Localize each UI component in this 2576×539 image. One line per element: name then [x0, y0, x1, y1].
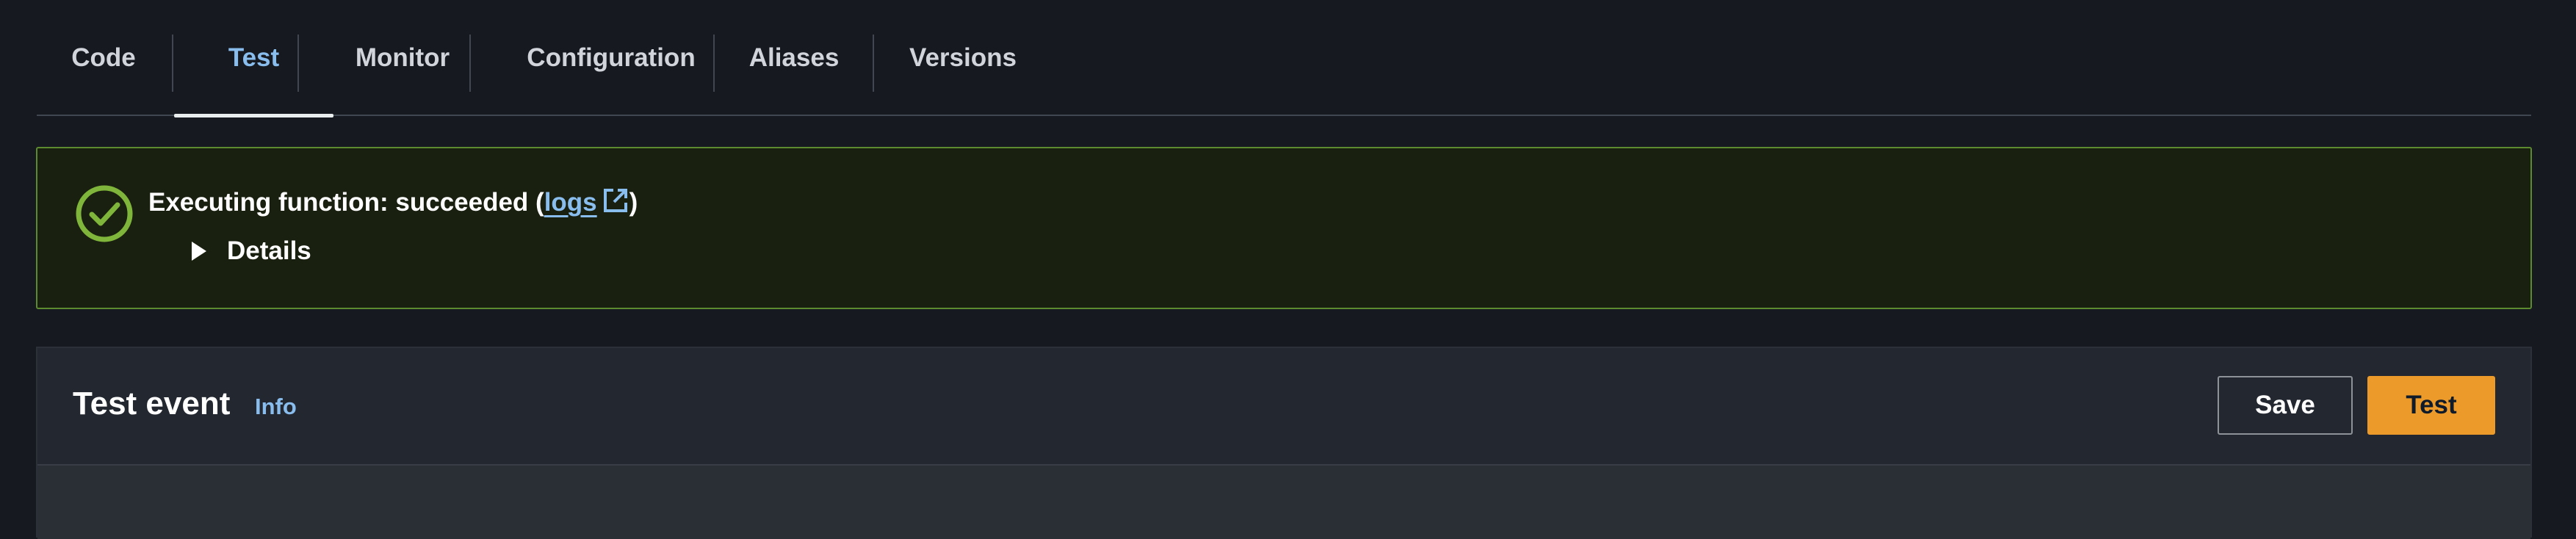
tab-separator: [297, 35, 299, 92]
tab-separator: [713, 35, 715, 92]
caret-right-icon: [192, 242, 206, 261]
panel-title: Test event: [73, 386, 231, 422]
info-link[interactable]: Info: [255, 394, 297, 420]
success-alert: Executing function: succeeded (logs) Det…: [36, 147, 2532, 309]
tab-configuration[interactable]: Configuration: [472, 0, 751, 116]
save-button-label: Save: [2255, 391, 2315, 419]
tab-separator: [172, 35, 173, 92]
test-button-label: Test: [2406, 391, 2457, 419]
logs-link[interactable]: logs: [544, 188, 629, 217]
tab-bar: Code Test Monitor Configuration Aliases …: [37, 0, 2531, 117]
details-label: Details: [227, 236, 311, 265]
test-event-panel: Test event Info Save Test: [36, 347, 2532, 539]
tab-versions[interactable]: Versions: [875, 0, 1051, 116]
tab-label-code: Code: [71, 43, 136, 72]
panel-header: Test event Info Save Test: [37, 348, 2530, 466]
tab-separator: [469, 35, 471, 92]
tab-label-monitor: Monitor: [355, 43, 450, 72]
check-circle-icon: [76, 185, 133, 242]
tab-separator: [873, 35, 874, 92]
tab-label-versions: Versions: [909, 43, 1017, 72]
tab-aliases[interactable]: Aliases: [715, 0, 873, 116]
panel-body: [37, 466, 2530, 539]
alert-title-prefix: Executing function: succeeded (: [148, 188, 544, 217]
tab-label-test: Test: [228, 43, 280, 72]
alert-title: Executing function: succeeded (logs): [148, 187, 638, 219]
external-link-icon: [603, 189, 627, 212]
tab-code[interactable]: Code: [37, 0, 170, 116]
tab-label-configuration: Configuration: [527, 43, 696, 72]
tab-label-aliases: Aliases: [748, 43, 840, 72]
alert-title-suffix: ): [629, 188, 638, 217]
logs-link-label: logs: [544, 188, 597, 217]
save-button[interactable]: Save: [2218, 376, 2353, 435]
test-button[interactable]: Test: [2367, 376, 2495, 435]
